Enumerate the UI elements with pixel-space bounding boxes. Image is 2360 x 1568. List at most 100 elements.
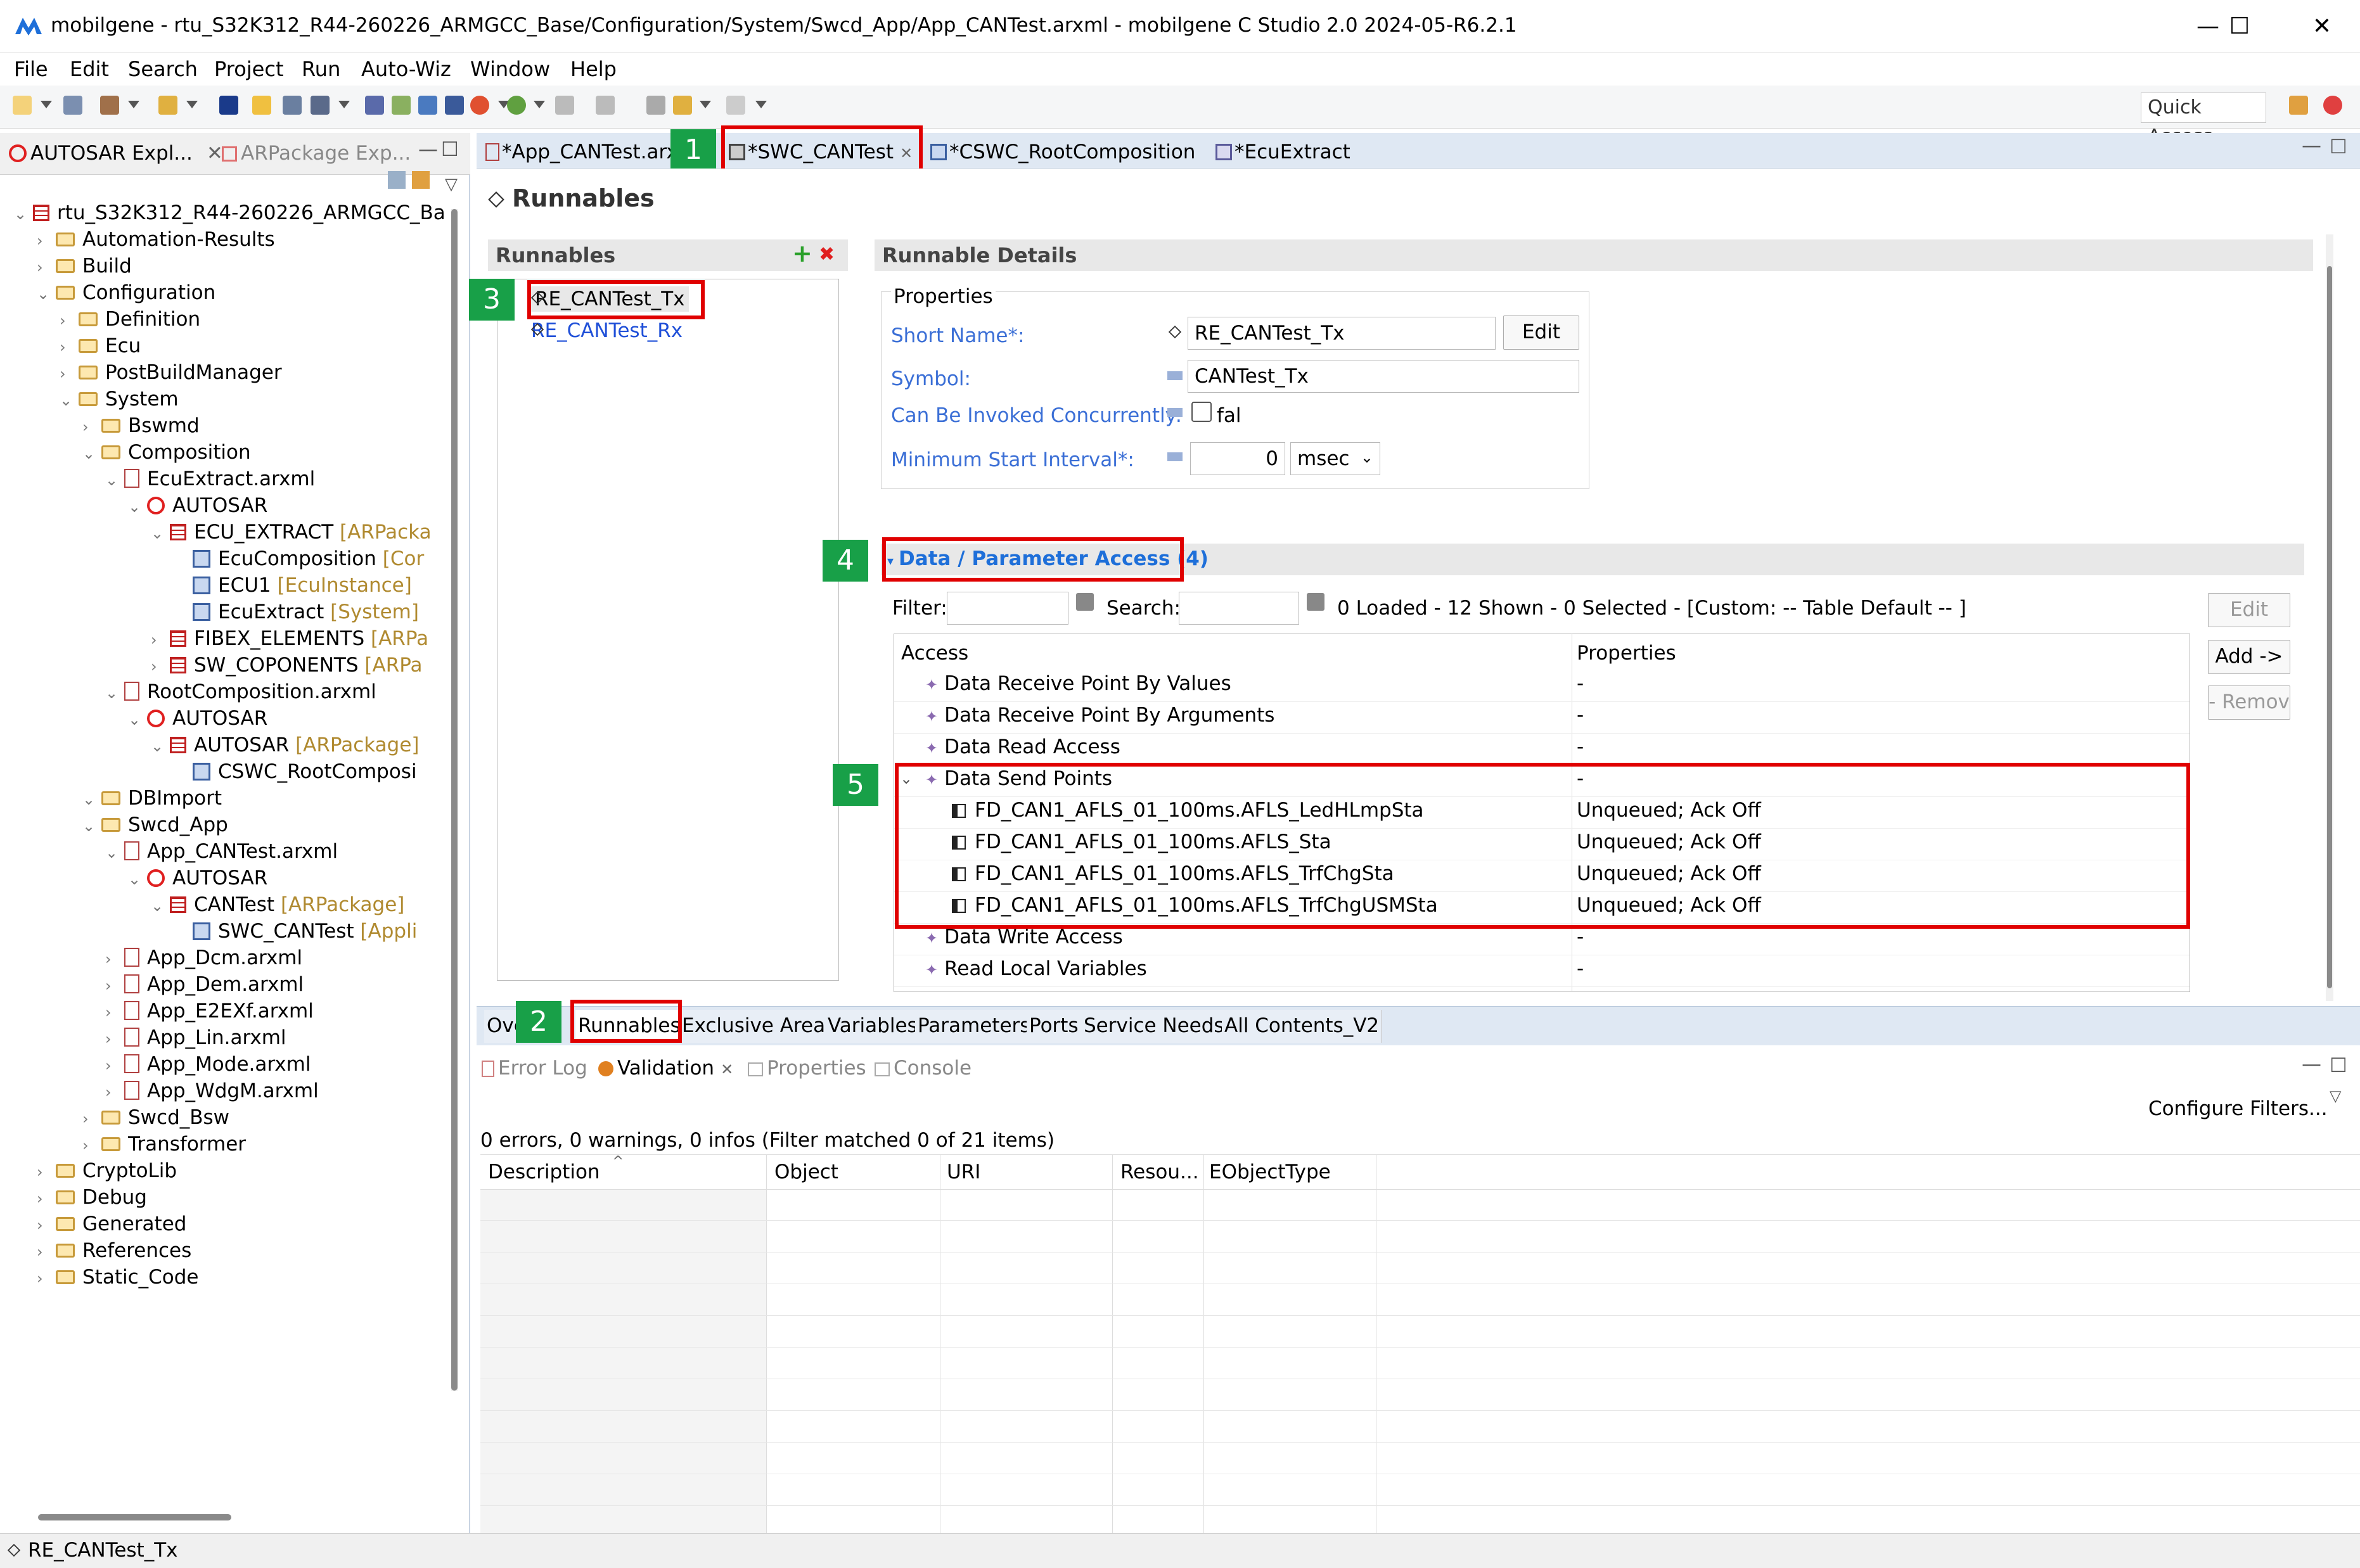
access-remove-button[interactable]: - Remov bbox=[2208, 685, 2290, 720]
back-icon[interactable] bbox=[673, 96, 692, 115]
col-object[interactable]: Object bbox=[774, 1159, 838, 1185]
chevron-right-icon[interactable]: › bbox=[60, 335, 79, 360]
tree-item[interactable]: › Bswmd bbox=[82, 413, 200, 440]
maximize-bottom-button[interactable]: ☐ bbox=[2330, 1053, 2347, 1078]
add-runnable-button[interactable]: + bbox=[792, 241, 812, 266]
table-row[interactable]: ✦ Read Local Variables bbox=[925, 953, 1147, 985]
tree-item[interactable]: › App_E2EXf.arxml bbox=[105, 998, 314, 1025]
chevron-down-icon[interactable] bbox=[534, 101, 545, 108]
tab-service-needs[interactable]: Service Needs bbox=[1081, 1010, 1228, 1043]
tree-scroll-thumb[interactable] bbox=[451, 209, 458, 1391]
chevron-down-icon[interactable]: ⌄ bbox=[151, 734, 170, 759]
tree-item[interactable]: › Ecu bbox=[60, 333, 141, 360]
tree-item[interactable]: SWC_CANTest [Appli bbox=[174, 919, 417, 944]
tree-item[interactable]: › Build bbox=[37, 253, 132, 280]
tree-item[interactable]: ⌄ rtu_S32K312_R44-260226_ARMGCC_Base bbox=[14, 200, 444, 227]
access-edit-button[interactable]: Edit bbox=[2208, 593, 2290, 627]
maximize-view-button[interactable]: ☐ bbox=[441, 137, 459, 162]
tree-item[interactable]: ⌄ EcuExtract.arxml bbox=[105, 466, 315, 493]
tree-item[interactable]: ⌄ Composition bbox=[82, 440, 251, 466]
tree-item[interactable]: ⌄ AUTOSAR bbox=[128, 493, 267, 519]
chevron-down-icon[interactable] bbox=[755, 101, 767, 108]
editor-scroll-thumb[interactable] bbox=[2327, 266, 2332, 988]
configure-filters-link[interactable]: Configure Filters... bbox=[2148, 1096, 2328, 1121]
chevron-right-icon[interactable]: › bbox=[60, 308, 79, 333]
tab-all-contents-v2[interactable]: All Contents_V2 bbox=[1222, 1010, 1383, 1043]
tree-item[interactable]: › Static_Code bbox=[37, 1265, 199, 1291]
remove-runnable-button[interactable]: ✖ bbox=[819, 242, 835, 267]
chevron-right-icon[interactable]: › bbox=[37, 255, 56, 280]
col-eobjecttype[interactable]: EObjectType bbox=[1209, 1159, 1331, 1185]
tree-item[interactable]: › FIBEX_ELEMENTS [ARPa bbox=[151, 626, 428, 653]
tab-console[interactable]: Console bbox=[875, 1055, 972, 1081]
tree-item[interactable]: › App_Lin.arxml bbox=[105, 1025, 286, 1052]
chevron-down-icon[interactable]: ⌄ bbox=[128, 707, 147, 732]
access-add-button[interactable]: Add -> bbox=[2208, 640, 2290, 674]
chevron-right-icon[interactable]: › bbox=[151, 627, 170, 653]
tree-item[interactable]: › Transformer bbox=[82, 1131, 246, 1158]
menu-window[interactable]: Window bbox=[470, 56, 550, 82]
filter-input[interactable] bbox=[947, 592, 1068, 625]
tree-item[interactable]: EcuComposition [Cor bbox=[174, 546, 424, 571]
external-tools-icon[interactable] bbox=[555, 96, 574, 115]
tree-item[interactable]: ⌄ AUTOSAR bbox=[128, 865, 267, 892]
chevron-down-icon[interactable]: ⌄ bbox=[105, 680, 124, 706]
tab-app-cantest[interactable]: *App_CANTest.arx bbox=[485, 139, 678, 165]
tree-item[interactable]: ⌄ DBImport bbox=[82, 786, 222, 812]
tree-item[interactable]: › App_Dem.arxml bbox=[105, 972, 304, 998]
tree-item[interactable]: › Swcd_Bsw bbox=[82, 1105, 229, 1131]
menu-help[interactable]: Help bbox=[570, 56, 617, 82]
tree-item[interactable]: › Generated bbox=[37, 1211, 186, 1238]
open-type-icon[interactable] bbox=[596, 96, 615, 115]
tree-item[interactable]: ECU1 [EcuInstance] bbox=[174, 573, 412, 598]
tree-item[interactable]: › PostBuildManager bbox=[60, 360, 282, 386]
chevron-down-icon[interactable]: ⌄ bbox=[128, 867, 147, 892]
tree-item[interactable]: ⌄ Swcd_App bbox=[82, 812, 228, 839]
tree-item[interactable]: ⌄ App_CANTest.arxml bbox=[105, 839, 338, 865]
chevron-down-icon[interactable]: ⌄ bbox=[82, 813, 101, 839]
chevron-down-icon[interactable]: ⌄ bbox=[128, 494, 147, 519]
symbol-input[interactable]: CANTest_Tx bbox=[1188, 360, 1579, 393]
tab-error-log[interactable]: Error Log bbox=[482, 1055, 587, 1081]
tab-cswc-rootcomposition[interactable]: *CSWC_RootComposition bbox=[930, 139, 1195, 165]
col-resource[interactable]: Resou... bbox=[1120, 1159, 1199, 1185]
minimize-bottom-button[interactable]: — bbox=[2302, 1052, 2321, 1077]
chevron-down-icon[interactable]: ⌄ bbox=[82, 441, 101, 466]
minimize-editor-button[interactable]: — bbox=[2302, 133, 2321, 158]
debug-icon[interactable] bbox=[507, 96, 526, 115]
chevron-right-icon[interactable]: › bbox=[151, 654, 170, 679]
chevron-right-icon[interactable]: › bbox=[37, 1266, 56, 1291]
tree-item[interactable]: › App_WdgM.arxml bbox=[105, 1078, 319, 1105]
quick-access-input[interactable]: Quick Access bbox=[2141, 92, 2266, 148]
chevron-right-icon[interactable]: › bbox=[37, 1159, 56, 1185]
tree-item[interactable]: ⌄ RootComposition.arxml bbox=[105, 679, 376, 706]
concurrent-checkbox[interactable] bbox=[1191, 402, 1212, 422]
forward-icon[interactable] bbox=[726, 96, 745, 115]
tree-item[interactable]: ⌄ ECU_EXTRACT [ARPacka bbox=[151, 519, 432, 546]
chevron-down-icon[interactable]: ⌄ bbox=[151, 893, 170, 919]
chevron-right-icon[interactable]: › bbox=[105, 973, 124, 998]
tree-item[interactable]: › App_Dcm.arxml bbox=[105, 945, 302, 972]
perspective-icon[interactable] bbox=[2323, 96, 2342, 115]
col-uri[interactable]: URI bbox=[947, 1159, 980, 1185]
min-start-interval-input[interactable]: 0 bbox=[1190, 442, 1285, 475]
tab-parameters[interactable]: Parameters bbox=[915, 1010, 1034, 1043]
column-header-access[interactable]: Access bbox=[901, 637, 968, 669]
tree-item[interactable]: › Debug bbox=[37, 1185, 147, 1211]
close-icon[interactable]: ✕ bbox=[721, 1061, 733, 1078]
tree-item[interactable]: › References bbox=[37, 1238, 191, 1265]
chevron-right-icon[interactable]: › bbox=[82, 1133, 101, 1158]
tree-item[interactable]: › App_Mode.arxml bbox=[105, 1052, 311, 1078]
tree-item[interactable]: EcuExtract [System] bbox=[174, 599, 419, 625]
maximize-editor-button[interactable]: ☐ bbox=[2330, 134, 2347, 160]
tree-item[interactable]: › SW_COPONENTS [ARPa bbox=[151, 653, 423, 679]
table-row[interactable]: ✦ Data Receive Point By Arguments bbox=[925, 699, 1274, 731]
clear-search-icon[interactable] bbox=[1307, 593, 1324, 611]
tree-item[interactable]: › Definition bbox=[60, 307, 200, 333]
chevron-right-icon[interactable]: › bbox=[105, 1026, 124, 1052]
tab-ecuextract[interactable]: *EcuExtract bbox=[1215, 139, 1350, 165]
chevron-down-icon[interactable]: ⌄ bbox=[60, 388, 79, 413]
chevron-down-icon[interactable]: ⌄ bbox=[105, 468, 124, 493]
last-edit-icon[interactable] bbox=[646, 96, 665, 115]
column-header-properties[interactable]: Properties bbox=[1577, 637, 1676, 669]
